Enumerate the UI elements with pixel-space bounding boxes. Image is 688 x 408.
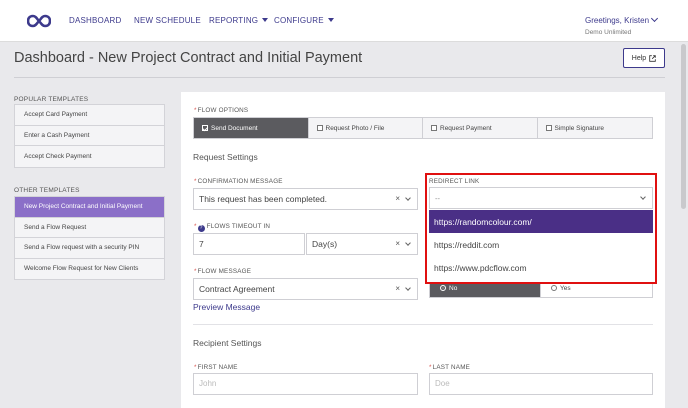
help-button[interactable]: Help — [623, 48, 665, 68]
flow-message-select[interactable]: Contract Agreement × — [193, 278, 418, 300]
template-item[interactable]: Welcome Flow Request for New Clients — [15, 258, 164, 279]
template-item[interactable]: Send a Flow Request — [15, 217, 164, 238]
clear-icon[interactable]: × — [395, 284, 400, 293]
toggle-yes-label: Yes — [560, 284, 571, 292]
timeout-value: 7 — [199, 239, 204, 249]
chevron-down-icon — [650, 14, 659, 23]
chevron-down-icon[interactable] — [405, 285, 411, 291]
nav-reporting[interactable]: REPORTING — [209, 16, 269, 25]
checkbox-icon — [545, 125, 552, 131]
help-question-icon[interactable]: ? — [197, 225, 205, 232]
nav-reporting-label: REPORTING — [209, 16, 259, 25]
flows-timeout-label: *? FLOWS TIMEOUT IN — [194, 223, 271, 232]
flow-option-label: Request Payment — [440, 124, 492, 132]
nav-dashboard[interactable]: DASHBOARD — [69, 16, 121, 25]
flow-options-label-text: FLOW OPTIONS — [197, 107, 249, 114]
timeout-unit-value: Day(s) — [312, 239, 338, 249]
template-item-active[interactable]: New Project Contract and Initial Payment — [15, 197, 164, 218]
popular-templates-list: Accept Card Payment Enter a Cash Payment… — [14, 104, 165, 168]
flow-option-label: Request Photo / File — [325, 124, 385, 132]
flow-option-simple-signature[interactable]: Simple Signature — [537, 118, 652, 138]
nav-new-schedule[interactable]: NEW SCHEDULE — [134, 16, 201, 25]
flow-option-request-payment[interactable]: Request Payment — [423, 118, 538, 138]
template-item[interactable]: Enter a Cash Payment — [15, 125, 164, 146]
flow-option-request-photo[interactable]: Request Photo / File — [308, 118, 423, 138]
checkbox-icon — [202, 125, 208, 131]
first-name-label: *FIRST NAME — [194, 364, 238, 371]
timeout-unit-select[interactable]: Day(s) × — [306, 233, 418, 255]
toggle-no-label: No — [449, 284, 458, 292]
popular-templates-heading: POPULAR TEMPLATES — [14, 96, 89, 103]
page-title: Dashboard - New Project Contract and Ini… — [14, 50, 363, 66]
external-link-icon — [649, 54, 656, 62]
redirect-link-label: REDIRECT LINK — [429, 178, 480, 185]
template-item[interactable]: Accept Card Payment — [15, 105, 164, 126]
flow-options-group: Send Document Request Photo / File Reque… — [193, 117, 653, 139]
last-name-label-text: LAST NAME — [432, 364, 471, 371]
radio-icon — [551, 285, 557, 291]
other-templates-heading: OTHER TEMPLATES — [14, 187, 80, 194]
section-divider — [193, 324, 653, 325]
page-scrollbar[interactable] — [681, 44, 686, 209]
last-name-input[interactable]: Doe — [429, 373, 653, 395]
redirect-option[interactable]: https://randomcolour.com/ — [429, 210, 653, 233]
flow-option-label: Send Document — [211, 124, 258, 132]
redirect-option[interactable]: https://www.pdcflow.com — [429, 256, 653, 279]
checkbox-icon — [316, 125, 323, 131]
checkbox-icon — [431, 125, 437, 131]
recipient-settings-heading: Recipient Settings — [193, 338, 262, 348]
timeout-value-input[interactable]: 7 — [193, 233, 305, 255]
nav-configure[interactable]: CONFIGURE — [274, 16, 334, 25]
organization-name: Demo Unlimited — [585, 29, 632, 36]
request-settings-heading: Request Settings — [193, 152, 258, 162]
chevron-down-icon[interactable] — [640, 194, 646, 200]
caret-down-icon — [262, 18, 269, 22]
flow-message-label: *FLOW MESSAGE — [194, 268, 252, 275]
first-name-input[interactable]: John — [193, 373, 418, 395]
flow-message-label-text: FLOW MESSAGE — [197, 268, 252, 275]
top-navbar: DASHBOARD NEW SCHEDULE REPORTING CONFIGU… — [0, 0, 688, 42]
first-name-label-text: FIRST NAME — [197, 364, 238, 371]
timeout-label-text: FLOWS TIMEOUT IN — [206, 223, 271, 230]
template-item[interactable]: Send a Flow request with a security PIN — [15, 238, 164, 259]
infinity-logo-icon[interactable] — [27, 14, 51, 28]
clear-icon[interactable]: × — [395, 194, 400, 203]
confirmation-message-label: *CONFIRMATION MESSAGE — [194, 178, 283, 185]
radio-icon — [440, 285, 446, 291]
caret-down-icon — [327, 18, 334, 22]
redirect-link-select[interactable]: -- — [429, 187, 653, 209]
chevron-down-icon[interactable] — [405, 195, 411, 201]
nav-configure-label: CONFIGURE — [274, 16, 324, 25]
flow-options-label: *FLOW OPTIONS — [194, 107, 249, 114]
confirmation-label-text: CONFIRMATION MESSAGE — [197, 178, 283, 185]
chevron-down-icon[interactable] — [405, 240, 411, 246]
other-templates-list: New Project Contract and Initial Payment… — [14, 196, 165, 280]
flow-option-send-document[interactable]: Send Document — [194, 118, 309, 138]
confirmation-message-value: This request has been completed. — [199, 194, 328, 204]
template-item[interactable]: Accept Check Payment — [15, 146, 164, 167]
flow-message-value: Contract Agreement — [199, 284, 275, 294]
redirect-option[interactable]: https://reddit.com — [429, 233, 653, 256]
confirmation-message-select[interactable]: This request has been completed. × — [193, 188, 418, 210]
help-label: Help — [631, 54, 647, 62]
flow-option-label: Simple Signature — [554, 124, 605, 132]
clear-icon[interactable]: × — [395, 239, 400, 248]
redirect-link-value: -- — [435, 193, 440, 203]
title-divider — [14, 77, 665, 78]
preview-message-link[interactable]: Preview Message — [193, 302, 260, 312]
user-menu[interactable]: Greetings, Kristen — [585, 14, 659, 25]
last-name-label: *LAST NAME — [429, 364, 471, 371]
greeting-text: Greetings, Kristen — [585, 16, 650, 25]
